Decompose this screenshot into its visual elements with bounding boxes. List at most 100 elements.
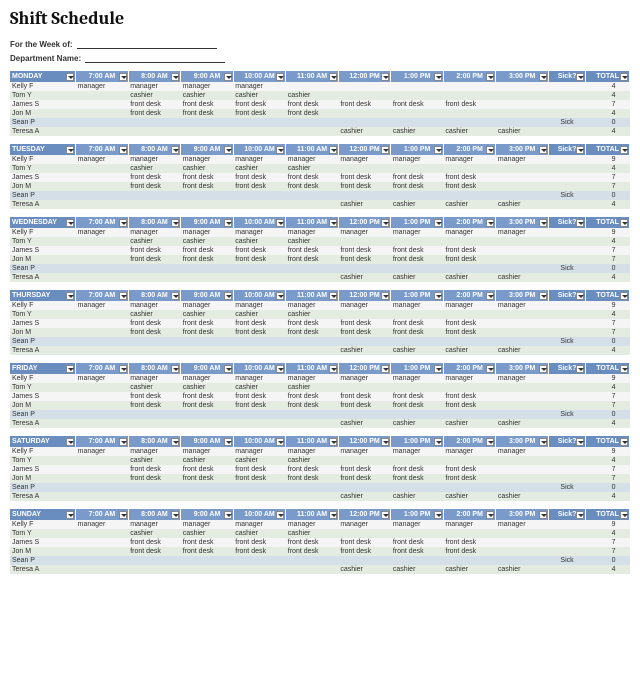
shift-cell[interactable] xyxy=(181,127,234,136)
shift-cell[interactable] xyxy=(233,346,286,355)
shift-cell[interactable]: front desk xyxy=(443,319,496,328)
shift-cell[interactable] xyxy=(443,483,496,492)
filter-total-icon[interactable] xyxy=(620,511,628,519)
filter-time-icon[interactable] xyxy=(224,438,232,446)
sick-cell[interactable] xyxy=(548,447,585,456)
shift-cell[interactable]: cashier xyxy=(286,91,339,100)
shift-cell[interactable]: front desk xyxy=(338,246,391,255)
shift-cell[interactable] xyxy=(76,173,129,182)
shift-cell[interactable]: cashier xyxy=(286,456,339,465)
shift-cell[interactable]: front desk xyxy=(128,182,181,191)
shift-cell[interactable] xyxy=(76,319,129,328)
shift-cell[interactable]: front desk xyxy=(233,392,286,401)
shift-cell[interactable]: front desk xyxy=(233,474,286,483)
shift-cell[interactable]: manager xyxy=(443,301,496,310)
shift-cell[interactable] xyxy=(391,237,444,246)
shift-cell[interactable]: manager xyxy=(443,520,496,529)
filter-sick-icon[interactable] xyxy=(576,438,584,446)
shift-cell[interactable]: front desk xyxy=(128,246,181,255)
shift-cell[interactable] xyxy=(496,483,549,492)
shift-cell[interactable] xyxy=(338,337,391,346)
shift-cell[interactable]: front desk xyxy=(443,474,496,483)
shift-cell[interactable] xyxy=(443,109,496,118)
shift-cell[interactable]: front desk xyxy=(286,173,339,182)
shift-cell[interactable] xyxy=(496,237,549,246)
shift-cell[interactable]: front desk xyxy=(338,401,391,410)
shift-cell[interactable]: manager xyxy=(338,447,391,456)
shift-cell[interactable] xyxy=(496,310,549,319)
shift-cell[interactable] xyxy=(391,191,444,200)
shift-cell[interactable]: cashier xyxy=(286,529,339,538)
shift-cell[interactable]: manager xyxy=(391,301,444,310)
sick-cell[interactable] xyxy=(548,346,585,355)
sick-cell[interactable] xyxy=(548,109,585,118)
shift-cell[interactable] xyxy=(286,127,339,136)
shift-cell[interactable]: manager xyxy=(181,374,234,383)
shift-cell[interactable] xyxy=(338,556,391,565)
shift-cell[interactable]: front desk xyxy=(443,182,496,191)
shift-cell[interactable]: manager xyxy=(496,228,549,237)
filter-time-icon[interactable] xyxy=(171,365,179,373)
sick-cell[interactable] xyxy=(548,200,585,209)
shift-cell[interactable] xyxy=(496,474,549,483)
shift-cell[interactable] xyxy=(128,118,181,127)
shift-cell[interactable] xyxy=(496,182,549,191)
filter-time-icon[interactable] xyxy=(381,292,389,300)
shift-cell[interactable] xyxy=(443,310,496,319)
shift-cell[interactable] xyxy=(496,547,549,556)
shift-cell[interactable]: front desk xyxy=(286,328,339,337)
filter-time-icon[interactable] xyxy=(276,73,284,81)
shift-cell[interactable] xyxy=(76,346,129,355)
shift-cell[interactable]: front desk xyxy=(233,182,286,191)
shift-cell[interactable] xyxy=(76,200,129,209)
shift-cell[interactable] xyxy=(286,346,339,355)
filter-time-icon[interactable] xyxy=(329,219,337,227)
filter-time-icon[interactable] xyxy=(329,511,337,519)
shift-cell[interactable] xyxy=(496,328,549,337)
shift-cell[interactable] xyxy=(128,264,181,273)
sick-cell[interactable] xyxy=(548,155,585,164)
shift-cell[interactable] xyxy=(338,264,391,273)
shift-cell[interactable] xyxy=(338,383,391,392)
shift-cell[interactable] xyxy=(76,383,129,392)
sick-cell[interactable]: Sick xyxy=(548,556,585,565)
shift-cell[interactable] xyxy=(443,383,496,392)
shift-cell[interactable]: front desk xyxy=(391,173,444,182)
shift-cell[interactable]: front desk xyxy=(338,182,391,191)
shift-cell[interactable] xyxy=(496,118,549,127)
shift-cell[interactable] xyxy=(338,483,391,492)
shift-cell[interactable] xyxy=(496,100,549,109)
shift-cell[interactable] xyxy=(496,82,549,91)
shift-cell[interactable] xyxy=(181,492,234,501)
filter-time-icon[interactable] xyxy=(539,219,547,227)
shift-cell[interactable]: front desk xyxy=(181,392,234,401)
shift-cell[interactable] xyxy=(286,556,339,565)
shift-cell[interactable]: front desk xyxy=(181,255,234,264)
shift-cell[interactable]: cashier xyxy=(338,200,391,209)
shift-cell[interactable]: front desk xyxy=(181,182,234,191)
shift-cell[interactable] xyxy=(76,492,129,501)
shift-cell[interactable]: cashier xyxy=(181,383,234,392)
sick-cell[interactable] xyxy=(548,255,585,264)
shift-cell[interactable]: front desk xyxy=(338,100,391,109)
shift-cell[interactable]: manager xyxy=(338,301,391,310)
shift-cell[interactable] xyxy=(443,529,496,538)
shift-cell[interactable]: cashier xyxy=(391,273,444,282)
filter-time-icon[interactable] xyxy=(486,292,494,300)
shift-cell[interactable] xyxy=(181,565,234,574)
shift-cell[interactable] xyxy=(128,492,181,501)
filter-day-icon[interactable] xyxy=(66,219,74,227)
filter-time-icon[interactable] xyxy=(171,146,179,154)
shift-cell[interactable]: front desk xyxy=(443,100,496,109)
shift-cell[interactable]: front desk xyxy=(338,173,391,182)
shift-cell[interactable]: cashier xyxy=(443,200,496,209)
shift-cell[interactable] xyxy=(496,465,549,474)
filter-time-icon[interactable] xyxy=(171,511,179,519)
filter-day-icon[interactable] xyxy=(66,438,74,446)
filter-time-icon[interactable] xyxy=(381,73,389,81)
shift-cell[interactable] xyxy=(76,310,129,319)
sick-cell[interactable] xyxy=(548,228,585,237)
shift-cell[interactable] xyxy=(391,456,444,465)
sick-cell[interactable] xyxy=(548,401,585,410)
shift-cell[interactable]: cashier xyxy=(391,565,444,574)
